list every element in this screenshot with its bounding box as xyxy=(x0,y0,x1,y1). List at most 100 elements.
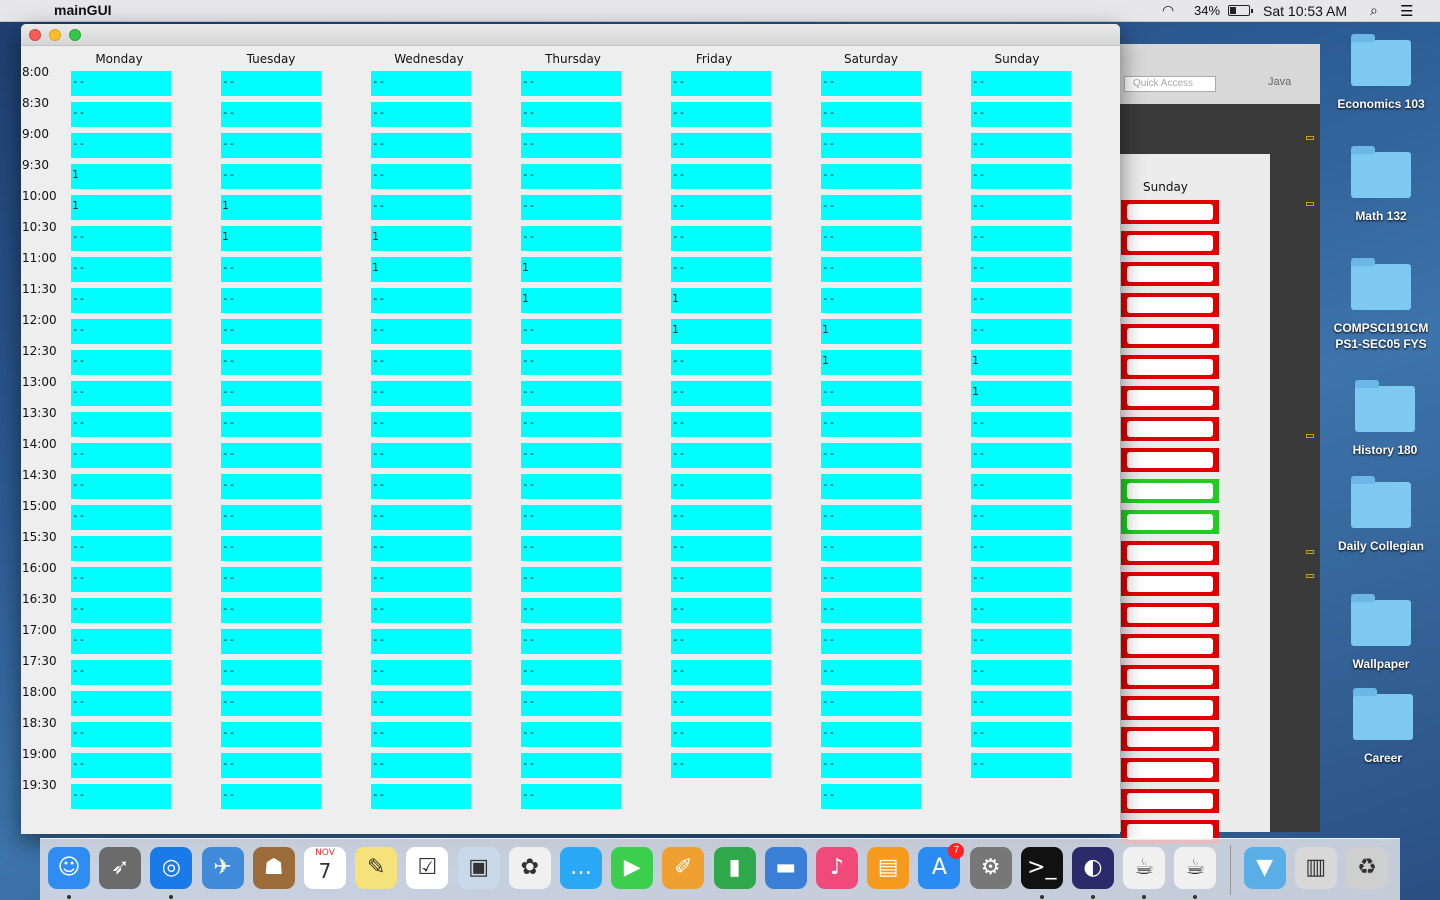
slot-tuesday-1130[interactable]: -- xyxy=(221,288,321,313)
facetime-icon[interactable]: ▶ xyxy=(611,847,654,889)
slot-wednesday-1030[interactable]: 1 xyxy=(371,226,471,251)
slot-saturday-1530[interactable]: -- xyxy=(821,536,921,561)
slot-thursday-1230[interactable]: -- xyxy=(521,350,621,375)
desktop-folder[interactable]: Career xyxy=(1328,688,1438,766)
slot-thursday-1600[interactable]: -- xyxy=(521,567,621,592)
slot-monday-1800[interactable]: -- xyxy=(71,691,171,716)
slot-friday-1600[interactable]: -- xyxy=(671,567,771,592)
slot-friday-1100[interactable]: -- xyxy=(671,257,771,282)
slot-thursday-1200[interactable]: -- xyxy=(521,319,621,344)
slot-tuesday-830[interactable]: -- xyxy=(221,102,321,127)
slot-thursday-830[interactable]: -- xyxy=(521,102,621,127)
slot-monday-1830[interactable]: -- xyxy=(71,722,171,747)
app-store-icon[interactable]: A7 xyxy=(918,843,965,889)
slot-friday-1300[interactable]: -- xyxy=(671,381,771,406)
slot-thursday-1900[interactable]: -- xyxy=(521,753,621,778)
slot-sunday-1300[interactable]: 1 xyxy=(971,381,1071,406)
slot-wednesday-1230[interactable]: -- xyxy=(371,350,471,375)
slot-wednesday-930[interactable]: -- xyxy=(371,164,471,189)
minimize-button[interactable] xyxy=(49,29,61,41)
slot-sunday-900[interactable]: -- xyxy=(971,133,1071,158)
slot-monday-930[interactable]: 1 xyxy=(71,164,171,189)
desktop-folder[interactable]: History 180 xyxy=(1330,380,1440,458)
slot-saturday-1400[interactable]: -- xyxy=(821,443,921,468)
overview-ruler-marker[interactable] xyxy=(1306,136,1314,140)
slot-thursday-1730[interactable]: -- xyxy=(521,660,621,685)
slot-tuesday-1700[interactable]: -- xyxy=(221,629,321,654)
finder-icon[interactable]: ☺ xyxy=(48,847,90,889)
system-preferences-icon[interactable]: ⚙ xyxy=(969,847,1012,889)
slot-sunday-1700[interactable]: -- xyxy=(971,629,1071,654)
slot-wednesday-800[interactable]: -- xyxy=(371,71,471,96)
photos-icon[interactable]: ✿ xyxy=(508,847,551,889)
slot-saturday-1000[interactable]: -- xyxy=(821,195,921,220)
slot-saturday-1700[interactable]: -- xyxy=(821,629,921,654)
slot-monday-1630[interactable]: -- xyxy=(71,598,171,623)
slot-saturday-1930[interactable]: -- xyxy=(821,784,921,809)
slot-wednesday-1930[interactable]: -- xyxy=(371,784,471,809)
overview-ruler-marker[interactable] xyxy=(1306,202,1314,206)
slot-tuesday-1000[interactable]: 1 xyxy=(221,195,321,220)
slot-sunday-1130[interactable]: -- xyxy=(971,288,1071,313)
slot-sunday-1730[interactable]: -- xyxy=(971,660,1071,685)
overview-ruler-marker[interactable] xyxy=(1306,434,1314,438)
slot-friday-1800[interactable]: -- xyxy=(671,691,771,716)
java-icon[interactable]: ☕ xyxy=(1123,847,1166,889)
slot-thursday-1030[interactable]: -- xyxy=(521,226,621,251)
slot-friday-1400[interactable]: -- xyxy=(671,443,771,468)
messages-icon[interactable]: … xyxy=(560,847,602,889)
terminal-icon[interactable]: >_ xyxy=(1020,847,1063,889)
slot-sunday-1230[interactable]: 1 xyxy=(971,350,1071,375)
desktop-folder[interactable]: COMPSCI191CM PS1-SEC05 FYS xyxy=(1326,258,1436,352)
slot-sunday-1400[interactable]: -- xyxy=(971,443,1071,468)
slot-tuesday-1730[interactable]: -- xyxy=(221,660,321,685)
contacts-icon[interactable]: ☗ xyxy=(252,847,295,889)
ibooks-icon[interactable]: ▤ xyxy=(867,847,910,889)
eclipse-icon[interactable]: ◐ xyxy=(1072,847,1114,889)
trash-icon[interactable]: ♻ xyxy=(1346,847,1388,889)
slot-friday-1000[interactable]: -- xyxy=(671,195,771,220)
slot-saturday-1800[interactable]: -- xyxy=(821,691,921,716)
desktop-folder[interactable]: Math 132 xyxy=(1326,146,1436,224)
slot-thursday-1100[interactable]: 1 xyxy=(521,257,621,282)
slot-wednesday-1700[interactable]: -- xyxy=(371,629,471,654)
slot-thursday-1130[interactable]: 1 xyxy=(521,288,621,313)
slot-saturday-1730[interactable]: -- xyxy=(821,660,921,685)
slot-tuesday-1030[interactable]: 1 xyxy=(221,226,321,251)
slot-wednesday-1530[interactable]: -- xyxy=(371,536,471,561)
slot-saturday-800[interactable]: -- xyxy=(821,71,921,96)
slot-friday-1030[interactable]: -- xyxy=(671,226,771,251)
slot-friday-1330[interactable]: -- xyxy=(671,412,771,437)
slot-friday-1230[interactable]: -- xyxy=(671,350,771,375)
slot-tuesday-1600[interactable]: -- xyxy=(221,567,321,592)
slot-monday-1130[interactable]: -- xyxy=(71,288,171,313)
slot-friday-930[interactable]: -- xyxy=(671,164,771,189)
slot-wednesday-900[interactable]: -- xyxy=(371,133,471,158)
slot-monday-1230[interactable]: -- xyxy=(71,350,171,375)
slot-sunday-1600[interactable]: -- xyxy=(971,567,1071,592)
slot-monday-1030[interactable]: -- xyxy=(71,226,171,251)
notification-center-icon[interactable]: ☰ xyxy=(1400,2,1413,20)
slot-sunday-1530[interactable]: -- xyxy=(971,536,1071,561)
slot-monday-1300[interactable]: -- xyxy=(71,381,171,406)
slot-thursday-1930[interactable]: -- xyxy=(521,784,621,809)
slot-friday-1130[interactable]: 1 xyxy=(671,288,771,313)
slot-monday-900[interactable]: -- xyxy=(71,133,171,158)
slot-thursday-930[interactable]: -- xyxy=(521,164,621,189)
launchpad-icon[interactable]: ➶ xyxy=(99,847,142,889)
slot-monday-1100[interactable]: -- xyxy=(71,257,171,282)
desktop-folder[interactable]: Economics 103 xyxy=(1326,34,1436,112)
slot-sunday-1430[interactable]: -- xyxy=(971,474,1071,499)
numbers-icon[interactable]: ▮ xyxy=(713,847,756,889)
slot-saturday-1830[interactable]: -- xyxy=(821,722,921,747)
slot-wednesday-1000[interactable]: -- xyxy=(371,195,471,220)
downloads-folder-icon[interactable]: ▼ xyxy=(1243,847,1286,889)
preview-icon[interactable]: ▣ xyxy=(457,847,500,889)
slot-saturday-1030[interactable]: -- xyxy=(821,226,921,251)
slot-sunday-830[interactable]: -- xyxy=(971,102,1071,127)
slot-sunday-1900[interactable]: -- xyxy=(971,753,1071,778)
slot-friday-1900[interactable]: -- xyxy=(671,753,771,778)
slot-monday-1330[interactable]: -- xyxy=(71,412,171,437)
slot-thursday-1000[interactable]: -- xyxy=(521,195,621,220)
slot-tuesday-1930[interactable]: -- xyxy=(221,784,321,809)
